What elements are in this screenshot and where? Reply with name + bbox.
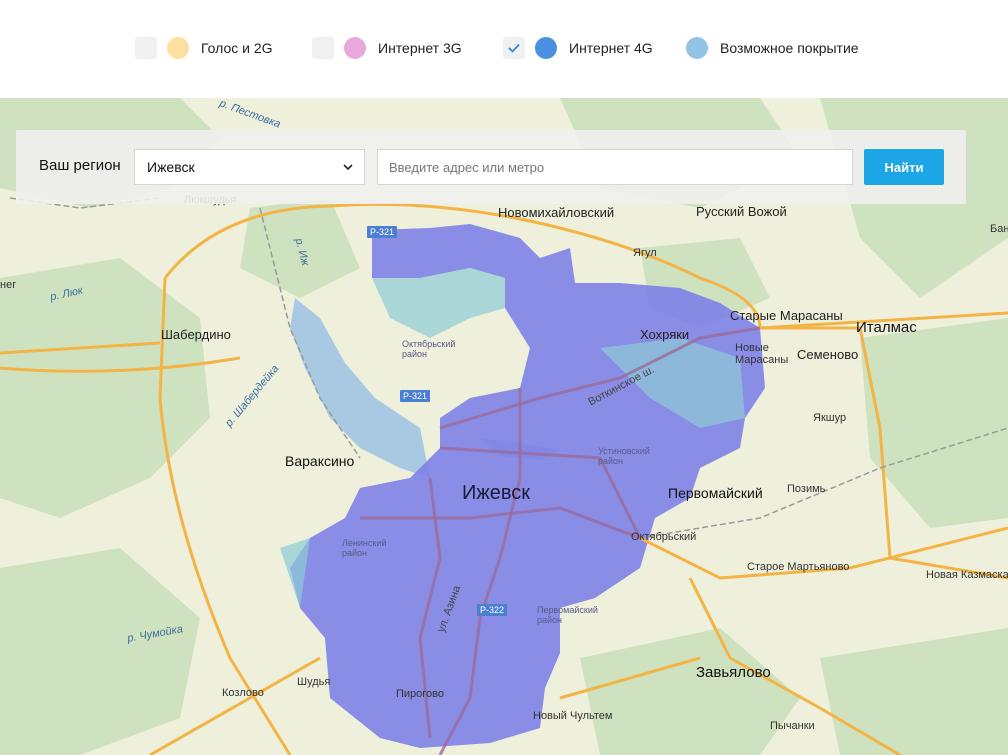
place-ban: Бан	[990, 223, 1008, 235]
legend-item-internet-3g[interactable]: Интернет 3G	[312, 36, 462, 60]
place-starye-marasany: Старые Марасаны	[730, 308, 843, 323]
place-shaberdino: Шабердино	[161, 327, 231, 342]
region-select-value: Ижевск	[147, 159, 195, 175]
city-izhevsk: Ижевск	[462, 482, 531, 504]
legend-checkbox-voice-2g[interactable]	[135, 37, 157, 59]
district-oktyabrsky: Октябрьский район	[402, 339, 456, 359]
place-neg: нег	[0, 279, 17, 291]
district-ustinovsky: Устиновский район	[598, 446, 650, 466]
region-label: Ваш регион	[39, 157, 121, 174]
address-search-input[interactable]	[377, 149, 853, 185]
legend-swatch-voice-2g	[167, 37, 189, 59]
legend-swatch-internet-4g	[535, 37, 557, 59]
legend-label-possible-coverage: Возможное покрытие	[720, 40, 859, 56]
district-leninsky: Ленинский район	[342, 538, 387, 558]
legend-label-internet-3g: Интернет 3G	[378, 40, 462, 56]
checkmark-icon	[508, 43, 520, 53]
road-shield-r322: Р-322	[477, 604, 508, 616]
place-shudya: Шудья	[297, 676, 331, 688]
place-oktyabrsky: Октябрьский	[631, 531, 697, 543]
place-pozim: Позимь	[787, 483, 826, 495]
place-kozlovo: Козлово	[222, 687, 264, 699]
place-italmas: Италмас	[856, 319, 917, 336]
region-search-panel: Ваш регион Ижевск Найти	[16, 130, 966, 204]
place-novomikhailovsky: Новомихайловский	[498, 205, 615, 220]
place-pychanki: Пычанки	[770, 720, 815, 732]
place-novaya-kazmaska: Новая Казмаска	[926, 569, 1008, 581]
legend-item-internet-4g[interactable]: Интернет 4G	[503, 36, 653, 60]
place-zavyalovo: Завьялово	[696, 664, 771, 681]
legend-swatch-internet-3g	[344, 37, 366, 59]
place-khokhryaki: Хохряки	[640, 327, 690, 342]
place-pirogovo: Пирогово	[396, 688, 445, 700]
place-yagul: Ягул	[633, 247, 657, 259]
chevron-down-icon	[343, 164, 353, 171]
legend-label-voice-2g: Голос и 2G	[201, 40, 273, 56]
district-pervomaysky: Первомайский район	[537, 605, 598, 625]
legend-checkbox-internet-3g[interactable]	[312, 37, 334, 59]
legend-checkbox-internet-4g[interactable]	[503, 37, 525, 59]
legend-item-voice-2g[interactable]: Голос и 2G	[135, 36, 273, 60]
legend-item-possible-coverage: Возможное покрытие	[686, 36, 859, 60]
place-varaksino: Вараксино	[285, 453, 355, 469]
place-staroe-martyanovo: Старое Мартьяново	[747, 561, 850, 573]
place-yakshur: Якшур	[813, 412, 847, 424]
place-russky-vozhoy: Русский Вожой	[696, 204, 787, 219]
place-novy-chultem: Новый Чультем	[533, 710, 613, 722]
region-select[interactable]: Ижевск	[134, 149, 365, 185]
legend-swatch-possible-coverage	[686, 37, 708, 59]
road-shield-r321-center: Р-321	[400, 390, 431, 402]
place-novye-marasany: Новые Марасаны	[735, 342, 789, 366]
find-button[interactable]: Найти	[864, 149, 944, 185]
place-pervomaysky: Первомайский	[668, 485, 763, 501]
place-semenovo: Семеново	[797, 347, 859, 362]
coverage-legend: Голос и 2G Интернет 3G Интернет 4G Возмо…	[0, 0, 1008, 98]
road-shield-r321-north: Р-321	[367, 226, 398, 238]
legend-label-internet-4g: Интернет 4G	[569, 40, 653, 56]
